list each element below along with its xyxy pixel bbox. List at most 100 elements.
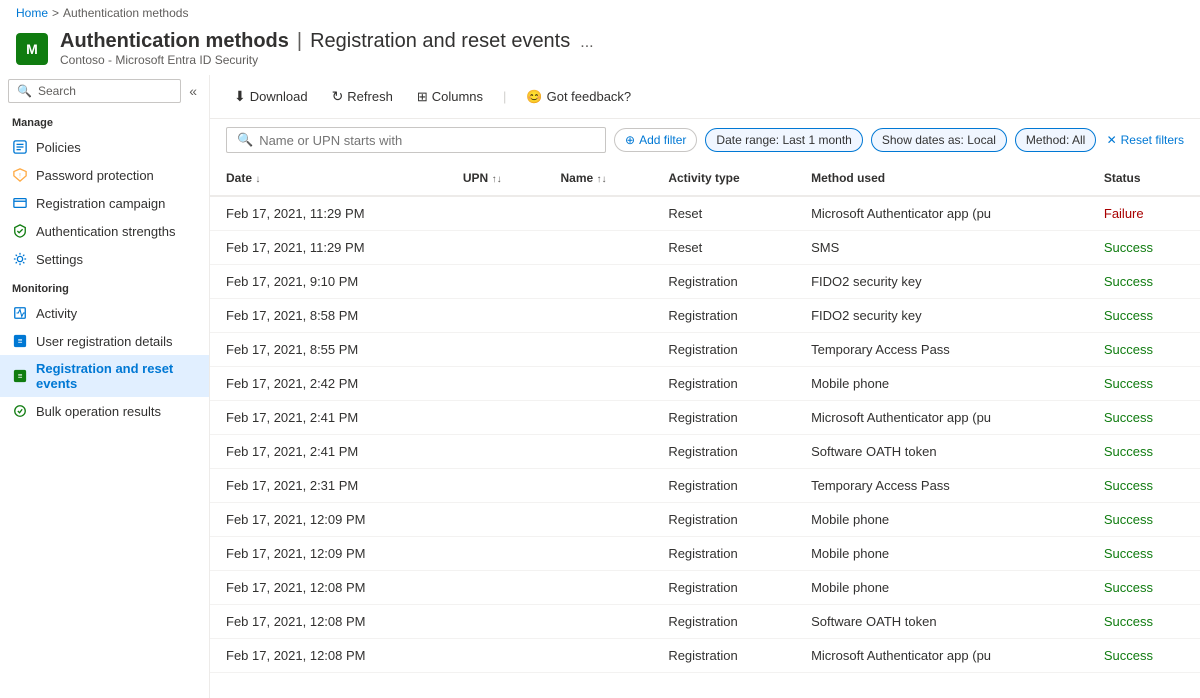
name-sort-icon: ↑↓ bbox=[597, 174, 607, 185]
col-upn[interactable]: UPN ↑↓ bbox=[447, 161, 545, 196]
cell-name bbox=[545, 469, 653, 503]
sidebar-item-policies[interactable]: Policies bbox=[0, 133, 209, 161]
cell-status: Success bbox=[1088, 571, 1200, 605]
feedback-button[interactable]: 😊 Got feedback? bbox=[518, 84, 639, 110]
cell-method-used: FIDO2 security key bbox=[795, 265, 1088, 299]
sidebar-item-authentication-strengths[interactable]: Authentication strengths bbox=[0, 217, 209, 245]
cell-upn bbox=[447, 503, 545, 537]
cell-status: Success bbox=[1088, 435, 1200, 469]
table-row[interactable]: Feb 17, 2021, 2:41 PM Registration Softw… bbox=[210, 435, 1200, 469]
sidebar: 🔍 Search « Manage Policies ! Password pr… bbox=[0, 75, 210, 698]
table-row[interactable]: Feb 17, 2021, 12:08 PM Registration Mobi… bbox=[210, 571, 1200, 605]
sidebar-item-settings[interactable]: Settings bbox=[0, 245, 209, 273]
refresh-button[interactable]: ↻ Refresh bbox=[324, 83, 401, 110]
sidebar-item-registration-events[interactable]: ≡ Registration and reset events bbox=[0, 355, 209, 397]
table-container: Date ↓ UPN ↑↓ Name ↑↓ Activity type Meth… bbox=[210, 161, 1200, 698]
cell-method-used: Mobile phone bbox=[795, 503, 1088, 537]
cell-status: Success bbox=[1088, 367, 1200, 401]
table-row[interactable]: Feb 17, 2021, 8:55 PM Registration Tempo… bbox=[210, 333, 1200, 367]
cell-status: Success bbox=[1088, 333, 1200, 367]
upn-sort-icon: ↑↓ bbox=[492, 174, 502, 185]
page-org: Contoso - Microsoft Entra ID Security bbox=[60, 53, 594, 67]
method-filter[interactable]: Method: All bbox=[1015, 128, 1096, 152]
table-row[interactable]: Feb 17, 2021, 8:58 PM Registration FIDO2… bbox=[210, 299, 1200, 333]
date-sort-icon: ↓ bbox=[255, 174, 260, 185]
table-row[interactable]: Feb 17, 2021, 11:29 PM Reset Microsoft A… bbox=[210, 196, 1200, 231]
table-row[interactable]: Feb 17, 2021, 12:08 PM Registration Micr… bbox=[210, 639, 1200, 673]
monitoring-section-label: Monitoring bbox=[0, 273, 209, 299]
cell-status: Success bbox=[1088, 469, 1200, 503]
toolbar: ⬇ Download ↻ Refresh ⊞ Columns | 😊 Got f… bbox=[210, 75, 1200, 119]
download-button[interactable]: ⬇ Download bbox=[226, 83, 316, 110]
cell-status: Success bbox=[1088, 537, 1200, 571]
sidebar-item-bulk-results[interactable]: Bulk operation results bbox=[0, 397, 209, 425]
refresh-label: Refresh bbox=[347, 89, 393, 104]
columns-button[interactable]: ⊞ Columns bbox=[409, 84, 491, 110]
table-row[interactable]: Feb 17, 2021, 2:41 PM Registration Micro… bbox=[210, 401, 1200, 435]
table-row[interactable]: Feb 17, 2021, 12:09 PM Registration Mobi… bbox=[210, 503, 1200, 537]
method-label: Method: All bbox=[1026, 133, 1085, 147]
cell-name bbox=[545, 537, 653, 571]
filter-search-box[interactable]: 🔍 bbox=[226, 127, 606, 153]
breadcrumb-current: Authentication methods bbox=[63, 6, 188, 20]
sidebar-item-registration-campaign[interactable]: Registration campaign bbox=[0, 189, 209, 217]
cell-date: Feb 17, 2021, 2:41 PM bbox=[210, 401, 447, 435]
filter-search-input[interactable] bbox=[259, 133, 595, 148]
settings-icon bbox=[12, 251, 28, 267]
columns-label: Columns bbox=[432, 89, 483, 104]
col-activity-type: Activity type bbox=[652, 161, 795, 196]
sidebar-item-user-registration[interactable]: ≡ User registration details bbox=[0, 327, 209, 355]
cell-method-used: Microsoft Authenticator app (pu bbox=[795, 639, 1088, 673]
col-method-used: Method used bbox=[795, 161, 1088, 196]
date-range-label: Date range: Last 1 month bbox=[716, 133, 851, 147]
bulk-label: Bulk operation results bbox=[36, 404, 161, 419]
table-row[interactable]: Feb 17, 2021, 12:09 PM Registration Mobi… bbox=[210, 537, 1200, 571]
search-icon: 🔍 bbox=[17, 84, 32, 98]
sidebar-item-activity[interactable]: Activity bbox=[0, 299, 209, 327]
breadcrumb-home[interactable]: Home bbox=[16, 6, 48, 20]
reg-events-label: Registration and reset events bbox=[36, 361, 197, 391]
date-range-filter[interactable]: Date range: Last 1 month bbox=[705, 128, 862, 152]
cell-date: Feb 17, 2021, 12:09 PM bbox=[210, 537, 447, 571]
cell-status: Success bbox=[1088, 265, 1200, 299]
cell-method-used: Software OATH token bbox=[795, 435, 1088, 469]
cell-status: Success bbox=[1088, 231, 1200, 265]
cell-upn bbox=[447, 639, 545, 673]
cell-name bbox=[545, 299, 653, 333]
sidebar-item-password-protection[interactable]: ! Password protection bbox=[0, 161, 209, 189]
cell-upn bbox=[447, 571, 545, 605]
cell-upn bbox=[447, 196, 545, 231]
cell-date: Feb 17, 2021, 8:58 PM bbox=[210, 299, 447, 333]
table-row[interactable]: Feb 17, 2021, 9:10 PM Registration FIDO2… bbox=[210, 265, 1200, 299]
cell-name bbox=[545, 605, 653, 639]
password-protection-label: Password protection bbox=[36, 168, 154, 183]
col-name[interactable]: Name ↑↓ bbox=[545, 161, 653, 196]
filter-search-icon: 🔍 bbox=[237, 132, 253, 148]
show-dates-filter[interactable]: Show dates as: Local bbox=[871, 128, 1007, 152]
collapse-button[interactable]: « bbox=[185, 83, 201, 99]
sidebar-search[interactable]: 🔍 Search bbox=[8, 79, 181, 103]
search-placeholder: Search bbox=[38, 84, 76, 98]
reset-filters-button[interactable]: ✕ Reset filters bbox=[1107, 133, 1184, 147]
table-row[interactable]: Feb 17, 2021, 2:31 PM Registration Tempo… bbox=[210, 469, 1200, 503]
more-icon[interactable]: ... bbox=[580, 34, 593, 52]
cell-activity-type: Registration bbox=[652, 503, 795, 537]
col-date[interactable]: Date ↓ bbox=[210, 161, 447, 196]
cell-upn bbox=[447, 299, 545, 333]
table-row[interactable]: Feb 17, 2021, 12:08 PM Registration Soft… bbox=[210, 605, 1200, 639]
breadcrumb: Home > Authentication methods bbox=[0, 0, 1200, 26]
password-protection-icon: ! bbox=[12, 167, 28, 183]
cell-status: Success bbox=[1088, 503, 1200, 537]
cell-upn bbox=[447, 537, 545, 571]
add-filter-button[interactable]: ⊕ Add filter bbox=[614, 128, 697, 152]
table-row[interactable]: Feb 17, 2021, 2:42 PM Registration Mobil… bbox=[210, 367, 1200, 401]
cell-upn bbox=[447, 367, 545, 401]
events-table: Date ↓ UPN ↑↓ Name ↑↓ Activity type Meth… bbox=[210, 161, 1200, 673]
table-row[interactable]: Feb 17, 2021, 11:29 PM Reset SMS Success bbox=[210, 231, 1200, 265]
cell-method-used: SMS bbox=[795, 231, 1088, 265]
cell-activity-type: Registration bbox=[652, 367, 795, 401]
cell-activity-type: Registration bbox=[652, 469, 795, 503]
cell-activity-type: Registration bbox=[652, 605, 795, 639]
cell-status: Success bbox=[1088, 401, 1200, 435]
activity-icon bbox=[12, 305, 28, 321]
